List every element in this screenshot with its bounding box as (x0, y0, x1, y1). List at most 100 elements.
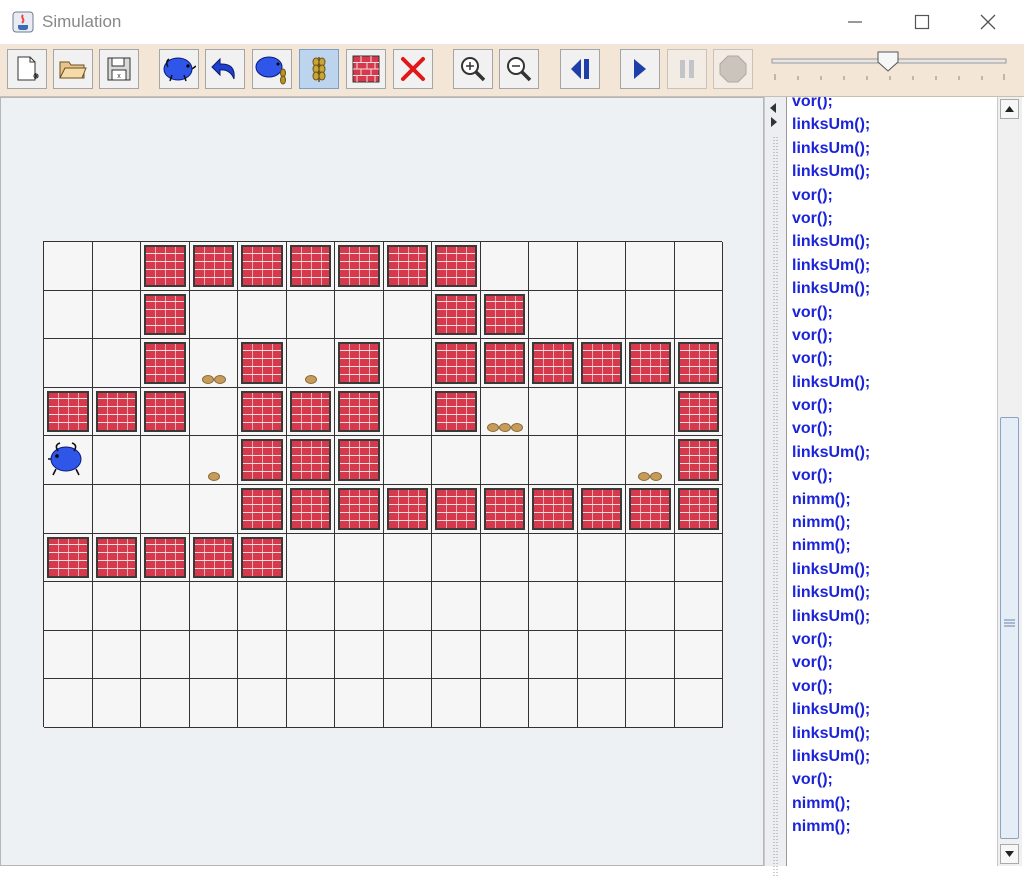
territory-cell[interactable] (529, 533, 578, 583)
territory-cell[interactable] (626, 242, 675, 291)
program-listing[interactable]: vor(); linksUm(); linksUm(); linksUm(); vor(… (786, 97, 1000, 866)
territory-cell[interactable] (335, 582, 384, 631)
territory-cell[interactable] (577, 242, 626, 291)
territory-cell[interactable] (383, 436, 432, 485)
territory-cell[interactable] (432, 533, 481, 583)
territory-cell[interactable] (92, 533, 141, 583)
territory-cell[interactable] (529, 436, 578, 485)
territory-cell[interactable] (383, 242, 432, 291)
territory-cell[interactable] (674, 436, 723, 485)
territory-cell[interactable] (286, 387, 335, 437)
territory-cell[interactable] (335, 679, 384, 728)
minimize-button[interactable] (823, 0, 887, 44)
territory-cell[interactable] (480, 582, 529, 631)
territory-cell[interactable] (189, 242, 238, 291)
territory-cell[interactable] (189, 436, 238, 485)
territory-cell[interactable] (529, 484, 578, 534)
territory-cell[interactable] (44, 339, 93, 388)
territory-cell[interactable] (238, 436, 287, 485)
territory-cell[interactable] (529, 630, 578, 680)
territory-cell[interactable] (674, 387, 723, 437)
territory-cell[interactable] (286, 582, 335, 631)
territory-cell[interactable] (286, 533, 335, 583)
territory-cell[interactable] (335, 242, 384, 291)
zoom-out-button[interactable] (499, 49, 539, 89)
territory-cell[interactable] (480, 242, 529, 291)
territory-cell[interactable] (92, 630, 141, 680)
territory-cell[interactable] (44, 484, 93, 534)
territory-cell[interactable] (286, 436, 335, 485)
territory-cell[interactable] (335, 436, 384, 485)
territory-cell[interactable] (577, 630, 626, 680)
territory-cell[interactable] (189, 679, 238, 728)
territory-cell[interactable] (529, 290, 578, 340)
territory-cell[interactable] (577, 484, 626, 534)
territory-cell[interactable] (286, 679, 335, 728)
territory-cell[interactable] (335, 290, 384, 340)
scroll-up-button[interactable] (1000, 99, 1019, 119)
territory-grid[interactable] (43, 241, 723, 728)
territory-cell[interactable] (480, 484, 529, 534)
territory-cell[interactable] (626, 484, 675, 534)
territory-cell[interactable] (480, 533, 529, 583)
territory-cell[interactable] (141, 387, 190, 437)
pause-button[interactable] (667, 49, 707, 89)
territory-cell[interactable] (674, 533, 723, 583)
territory-cell[interactable] (480, 387, 529, 437)
place-wall-button[interactable] (346, 49, 386, 89)
territory-cell[interactable] (335, 484, 384, 534)
territory-cell[interactable] (432, 436, 481, 485)
scroll-thumb[interactable] (1000, 417, 1019, 839)
territory-cell[interactable] (141, 679, 190, 728)
territory-cell[interactable] (626, 290, 675, 340)
place-grain-button[interactable] (299, 49, 339, 89)
territory-cell[interactable] (577, 339, 626, 388)
territory-cell[interactable] (626, 533, 675, 583)
territory-cell[interactable] (286, 484, 335, 534)
place-hamster-button[interactable] (159, 49, 199, 89)
territory-cell[interactable] (674, 242, 723, 291)
territory-cell[interactable] (383, 630, 432, 680)
territory-cell[interactable] (44, 630, 93, 680)
territory-cell[interactable] (286, 630, 335, 680)
territory-cell[interactable] (44, 387, 93, 437)
play-button[interactable] (620, 49, 660, 89)
territory-cell[interactable] (189, 387, 238, 437)
territory-cell[interactable] (238, 679, 287, 728)
close-button[interactable] (956, 0, 1020, 44)
turn-hamster-button[interactable] (205, 49, 245, 89)
new-territory-button[interactable] (7, 49, 47, 89)
territory-cell[interactable] (626, 630, 675, 680)
territory-cell[interactable] (383, 290, 432, 340)
territory-cell[interactable] (383, 484, 432, 534)
territory-cell[interactable] (286, 290, 335, 340)
maximize-button[interactable] (890, 0, 954, 44)
territory-cell[interactable] (141, 339, 190, 388)
territory-cell[interactable] (141, 242, 190, 291)
territory-cell[interactable] (238, 290, 287, 340)
territory-cell[interactable] (44, 290, 93, 340)
territory-cell[interactable] (577, 582, 626, 631)
code-scrollbar[interactable] (997, 97, 1022, 866)
territory-cell[interactable] (674, 582, 723, 631)
territory-cell[interactable] (674, 679, 723, 728)
territory-cell[interactable] (92, 387, 141, 437)
territory-cell[interactable] (626, 679, 675, 728)
delete-tile-button[interactable] (393, 49, 433, 89)
territory-cell[interactable] (141, 484, 190, 534)
territory-cell[interactable] (383, 339, 432, 388)
territory-cell[interactable] (529, 582, 578, 631)
territory-cell[interactable] (238, 484, 287, 534)
hamster-grain-button[interactable] (252, 49, 292, 89)
territory-cell[interactable] (480, 679, 529, 728)
territory-cell[interactable] (92, 339, 141, 388)
territory-cell[interactable] (238, 630, 287, 680)
territory-cell[interactable] (44, 679, 93, 728)
territory-cell[interactable] (383, 387, 432, 437)
territory-cell[interactable] (529, 387, 578, 437)
territory-cell[interactable] (286, 339, 335, 388)
territory-cell[interactable] (577, 679, 626, 728)
territory-cell[interactable] (383, 533, 432, 583)
territory-cell[interactable] (44, 533, 93, 583)
speed-slider[interactable] (770, 50, 1008, 86)
